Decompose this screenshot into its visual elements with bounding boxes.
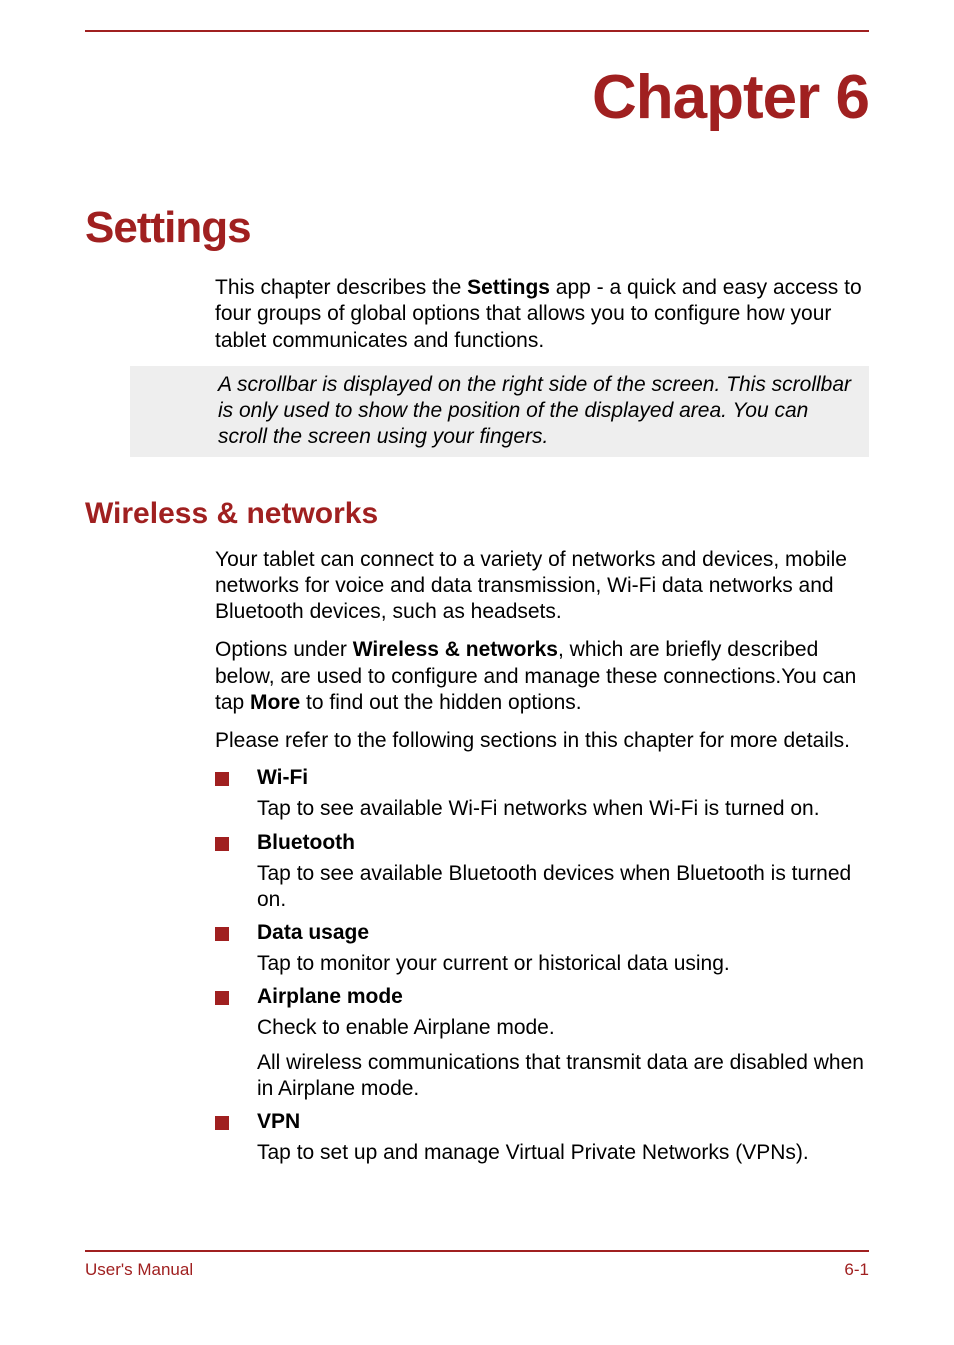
list-item-desc: Check to enable Airplane mode. <box>257 1015 869 1041</box>
list-item: Wi-Fi Tap to see available Wi-Fi networks… <box>215 766 869 822</box>
chapter-title: Chapter 6 <box>85 62 869 133</box>
list-bullet-row: Data usage <box>215 921 869 945</box>
section-title: Settings <box>85 203 869 253</box>
square-bullet-icon <box>215 991 229 1005</box>
list-item-label: Bluetooth <box>257 831 355 855</box>
subsection-title: Wireless & networks <box>85 497 869 531</box>
square-bullet-icon <box>215 772 229 786</box>
list-item: Bluetooth Tap to see available Bluetooth … <box>215 831 869 914</box>
list-item-desc: Tap to monitor your current or historica… <box>257 951 869 977</box>
list-item: Airplane mode Check to enable Airplane mo… <box>215 985 869 1102</box>
wn-p2-suffix: to find out the hidden options. <box>300 691 581 714</box>
intro-prefix: This chapter describes the <box>215 276 467 299</box>
list-item-label: Data usage <box>257 921 369 945</box>
wn-p2-bold1: Wireless & networks <box>353 638 558 661</box>
note-content: A scrollbar is displayed on the right si… <box>218 373 851 449</box>
note-box: A scrollbar is displayed on the right si… <box>130 366 869 457</box>
footer-right: 6-1 <box>844 1260 869 1280</box>
list-item: Data usage Tap to monitor your current or… <box>215 921 869 977</box>
square-bullet-icon <box>215 837 229 851</box>
intro-bold: Settings <box>467 276 550 299</box>
intro-paragraph: This chapter describes the Settings app … <box>215 275 869 354</box>
page-content: Chapter 6 Settings This chapter describe… <box>0 0 954 1166</box>
list-item-label: Airplane mode <box>257 985 403 1009</box>
options-list: Wi-Fi Tap to see available Wi-Fi networks… <box>85 766 869 1166</box>
footer-row: User's Manual 6-1 <box>85 1260 869 1280</box>
wn-para1: Your tablet can connect to a variety of … <box>215 547 869 626</box>
wn-para3: Please refer to the following sections i… <box>215 728 869 754</box>
list-bullet-row: Wi-Fi <box>215 766 869 790</box>
wn-p2-bold2: More <box>250 691 300 714</box>
list-item-label: Wi-Fi <box>257 766 308 790</box>
wn-p2-prefix: Options under <box>215 638 353 661</box>
list-item-desc: Tap to see available Bluetooth devices w… <box>257 861 869 914</box>
square-bullet-icon <box>215 1116 229 1130</box>
note-text: A scrollbar is displayed on the right si… <box>130 366 869 457</box>
list-bullet-row: VPN <box>215 1110 869 1134</box>
footer-rule <box>85 1250 869 1252</box>
page-footer: User's Manual 6-1 <box>85 1250 869 1280</box>
square-bullet-icon <box>215 927 229 941</box>
list-item-label: VPN <box>257 1110 300 1134</box>
list-item-desc: Tap to set up and manage Virtual Private… <box>257 1140 869 1166</box>
top-rule <box>85 30 869 32</box>
list-item-desc: All wireless communications that transmi… <box>257 1050 869 1103</box>
list-item: VPN Tap to set up and manage Virtual Priv… <box>215 1110 869 1166</box>
list-bullet-row: Bluetooth <box>215 831 869 855</box>
wn-para2: Options under Wireless & networks, which… <box>215 637 869 716</box>
list-item-desc: Tap to see available Wi-Fi networks when… <box>257 796 869 822</box>
footer-left: User's Manual <box>85 1260 193 1280</box>
list-bullet-row: Airplane mode <box>215 985 869 1009</box>
